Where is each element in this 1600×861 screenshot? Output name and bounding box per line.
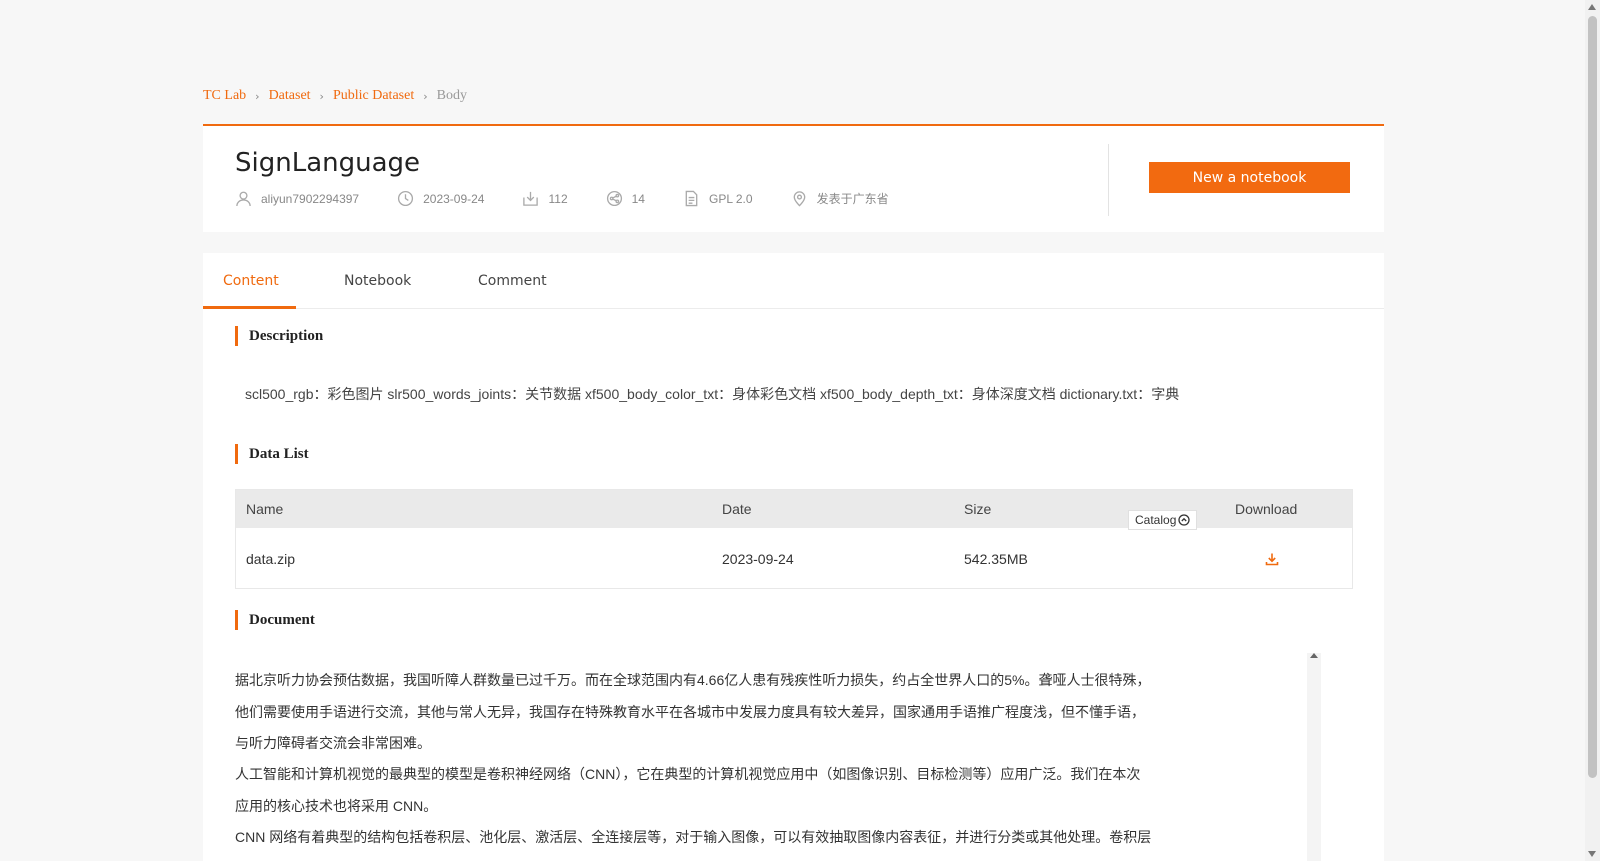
data-list-table: Name Date Size Download data.zip 2023-09…: [235, 489, 1353, 589]
meta-date: 2023-09-24: [397, 190, 484, 207]
document-line-1: 据北京听力协会预估数据，我国听障人群数量已过千万。而在全球范围内有4.66亿人患…: [235, 672, 1151, 688]
location-pin-icon: [793, 191, 805, 207]
scroll-down-arrow-icon[interactable]: [1588, 851, 1596, 857]
column-header-date: Date: [722, 501, 752, 517]
column-header-download: Download: [1235, 501, 1298, 517]
column-header-size: Size: [964, 501, 992, 517]
chevron-right-icon: ›: [255, 89, 260, 103]
catalog-label: Catalog: [1135, 513, 1177, 527]
document-line-3: 与听力障碍者交流会非常困难。: [235, 735, 431, 751]
page-scrollbar[interactable]: [1585, 0, 1600, 861]
data-list-title: Data List: [235, 444, 309, 464]
chevron-right-icon: ›: [423, 89, 428, 103]
document-content: 据北京听力协会预估数据，我国听障人群数量已过千万。而在全球范围内有4.66亿人患…: [235, 663, 1353, 861]
meta-author: aliyun7902294397: [235, 190, 359, 207]
chevron-right-icon: ›: [319, 89, 324, 103]
dataset-meta: aliyun7902294397 2023-09-24 112 14 GPL 2…: [235, 190, 927, 207]
tab-notebook[interactable]: Notebook: [344, 273, 411, 289]
file-date: 2023-09-24: [722, 551, 794, 567]
clock-icon: [398, 190, 414, 207]
page-title: SignLanguage: [235, 148, 421, 178]
download-count-icon: [523, 191, 539, 206]
column-header-name: Name: [246, 501, 284, 517]
tab-comment[interactable]: Comment: [478, 273, 547, 289]
tab-content[interactable]: Content: [223, 273, 279, 289]
table-row: data.zip 2023-09-24 542.35MB: [236, 528, 1352, 590]
meta-downloads: 112: [522, 190, 568, 207]
document-line-5: 应用的核心技术也将采用 CNN。: [235, 798, 438, 814]
meta-shares-text: 14: [631, 191, 645, 206]
document-line-6: CNN 网络有着典型的结构包括卷积层、池化层、激活层、全连接层等，对于输入图像，…: [235, 829, 1152, 845]
breadcrumb-tc-lab[interactable]: TC Lab: [203, 88, 246, 104]
document-scrollbar[interactable]: [1307, 653, 1321, 861]
meta-location-text: 发表于广东省: [816, 192, 889, 206]
catalog-button[interactable]: Catalog: [1128, 510, 1198, 530]
meta-author-text: aliyun7902294397: [261, 191, 360, 206]
breadcrumb-public-dataset[interactable]: Public Dataset: [333, 88, 414, 104]
meta-location: 发表于广东省: [791, 190, 889, 207]
breadcrumb-dataset[interactable]: Dataset: [269, 88, 311, 104]
meta-shares: 14: [606, 190, 645, 207]
meta-license: GPL 2.0: [683, 190, 753, 207]
document-title: Document: [235, 610, 315, 630]
scroll-up-arrow-icon[interactable]: [1310, 653, 1318, 658]
document-line-2: 他们需要使用手语进行交流，其他与常人无异，我国存在特殊教育水平在各城市中发展力度…: [235, 704, 1145, 720]
breadcrumb: TC Lab › Dataset › Public Dataset › Body: [203, 88, 467, 104]
download-button[interactable]: [1265, 528, 1279, 590]
user-icon: [236, 191, 251, 207]
new-notebook-button[interactable]: New a notebook: [1149, 162, 1350, 193]
file-size: 542.35MB: [964, 551, 1028, 567]
share-icon: [606, 190, 622, 207]
meta-date-text: 2023-09-24: [423, 191, 485, 206]
download-icon[interactable]: [1265, 552, 1279, 566]
header-divider: [1108, 144, 1109, 216]
tab-active-indicator: [203, 306, 296, 309]
content-card: Content Notebook Comment Description scl…: [203, 253, 1384, 861]
meta-downloads-text: 112: [548, 191, 568, 206]
document-icon: [685, 190, 698, 207]
description-title: Description: [235, 326, 323, 346]
chevron-up-circle-icon: [1178, 514, 1191, 526]
meta-license-text: GPL 2.0: [708, 191, 753, 206]
file-name: data.zip: [246, 551, 296, 567]
breadcrumb-current: Body: [436, 88, 467, 103]
dataset-header: SignLanguage aliyun7902294397 2023-09-24…: [203, 124, 1384, 232]
tab-bar: Content Notebook Comment: [203, 253, 1384, 309]
scrollbar-thumb[interactable]: [1588, 16, 1597, 778]
document-line-4: 人工智能和计算机视觉的最典型的模型是卷积神经网络（CNN），它在典型的计算机视觉…: [235, 766, 1141, 782]
description-text: scl500_rgb：彩色图片 slr500_words_joints：关节数据…: [245, 386, 1180, 402]
scroll-up-arrow-icon[interactable]: [1588, 4, 1596, 10]
